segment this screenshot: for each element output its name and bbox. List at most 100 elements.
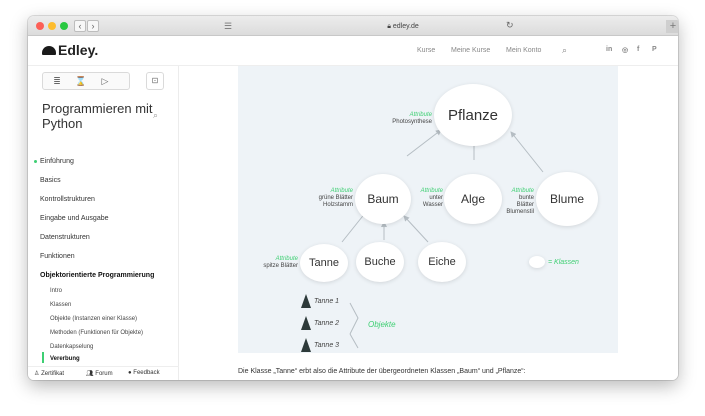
certificate-icon: ♙ [34,371,40,377]
arrow-blume-pflanze [510,131,544,173]
attr-baum-1: grüne Blätter [318,195,353,201]
attr-heading-tanne: Attribute [275,256,298,262]
linkedin-icon[interactable]: in [606,46,612,53]
object-tanne-2: Tanne 2 [314,320,340,327]
sidebar-subitem-intro[interactable]: Intro [50,288,62,294]
main-content: Pflanze Attribute Photosynthese Baum Att… [180,66,678,380]
class-node-baum: Baum [355,174,411,224]
instagram-icon[interactable]: ◎ [622,46,628,54]
nav-kurse[interactable]: Kurse [417,47,435,54]
course-title: Programmieren mit Python [42,101,153,131]
facebook-icon[interactable]: f [637,46,639,53]
inheritance-diagram: Pflanze Attribute Photosynthese Baum Att… [238,66,618,353]
search-icon[interactable]: ⌕ [562,45,567,56]
sidebar-item-einfuehrung[interactable]: Einführung [40,158,74,165]
class-node-pflanze: Pflanze [434,84,512,146]
footer-forum[interactable]: 👥︎ Forum [86,370,113,377]
url-text: edley.de [392,23,419,30]
attr-pflanze-1: Photosynthese [392,119,432,125]
minimize-window-button[interactable] [48,22,56,30]
attributes-alge: Attribute unter Wasser [414,188,443,209]
arrow-baum-pflanze [406,129,442,157]
sidebar-item-kontrollstrukturen[interactable]: Kontrollstrukturen [40,196,95,203]
lesson-paragraph: Die Klasse „Tanne“ erbt also die Attribu… [238,368,526,375]
logo-text: Edley. [58,42,99,58]
attr-heading-blume: Attribute [511,188,534,194]
attributes-baum: Attribute grüne Blätter Holzstamm [298,188,353,209]
close-window-button[interactable] [36,22,44,30]
attr-heading-alge: Attribute [420,188,443,194]
new-tab-button[interactable]: + [666,20,678,33]
sidebar-subitem-datenkapselung[interactable]: Datenkapselung [50,344,93,350]
sidebar-subitem-klassen[interactable]: Klassen [50,302,71,308]
footer-feedback-label: Feedback [133,370,160,376]
tree-icon-3 [301,338,311,352]
browser-titlebar: ‹ › ☰ 🔒︎ edley.de ↻ + [28,16,678,36]
tree-icon-1 [301,294,311,308]
attr-alge-2: Wasser [422,202,443,208]
address-bar[interactable]: 🔒︎ edley.de [328,22,478,31]
list-icon[interactable]: ≣ [51,76,63,87]
hourglass-icon[interactable]: ⌛ [75,76,87,87]
attr-baum-2: Holzstamm [322,202,353,208]
class-node-eiche: Eiche [418,242,466,282]
footer-forum-label: Forum [95,371,113,377]
attr-heading-pflanze: Attribute [409,112,432,118]
nav-mein-konto[interactable]: Mein Konto [506,47,541,54]
current-lesson-indicator [42,352,44,363]
attr-alge-1: unter [429,195,443,201]
footer-zertifikat-label: Zertifikat [41,371,65,377]
legend-class-node [529,256,545,268]
objects-bracket-tail [349,333,359,349]
arrow-eiche-baum [403,215,429,243]
object-tanne-1: Tanne 1 [314,298,340,305]
course-search-icon[interactable]: ⌕ [153,110,158,121]
objects-bracket [349,302,359,335]
footer-zertifikat[interactable]: ♙ Zertifikat [34,370,64,377]
back-button[interactable]: ‹ [74,20,86,32]
forward-button[interactable]: › [87,20,99,32]
attributes-blume: Attribute bunte Blätter Blumenstil [500,188,534,216]
site-header: Edley. Kurse Meine Kurse Mein Konto ⌕ in… [28,36,678,66]
footer-feedback[interactable]: ● Feedback [128,370,160,376]
reader-view-icon[interactable]: ☰ [224,21,236,31]
attr-blume-3: Blumenstil [506,209,534,215]
reload-button[interactable]: ↻ [506,20,514,31]
sidebar-footer: ♙ Zertifikat 👥︎ Forum ● Feedback [28,366,179,380]
attributes-tanne: Attribute spitze Blätter [246,256,298,270]
attr-blume-2: Blätter [516,202,534,208]
chat-icon: ● [128,370,132,376]
sidebar-item-datenstrukturen[interactable]: Datenstrukturen [40,234,90,241]
attr-tanne-1: spitze Blätter [263,263,298,269]
fullscreen-icon[interactable]: ⊡ [146,72,164,90]
attr-heading-baum: Attribute [330,188,353,194]
class-node-alge: Alge [444,174,502,224]
active-section-dot [34,160,37,163]
object-tanne-3: Tanne 3 [314,342,340,349]
sidebar-item-eingabe-ausgabe[interactable]: Eingabe und Ausgabe [40,215,109,222]
browser-window: ‹ › ☰ 🔒︎ edley.de ↻ + Edley. Kurse Meine… [28,16,678,380]
play-icon[interactable]: ▷ [99,76,111,87]
sidebar-subitem-methoden[interactable]: Methoden (Funktionen für Objekte) [50,330,143,336]
tree-icon-2 [301,316,311,330]
attr-blume-1: bunte [518,195,534,201]
class-node-blume: Blume [536,172,598,226]
nav-meine-kurse[interactable]: Meine Kurse [451,47,490,54]
sidebar-item-funktionen[interactable]: Funktionen [40,253,75,260]
maximize-window-button[interactable] [60,22,68,30]
pinterest-icon[interactable]: P [652,46,657,53]
sidebar-item-oop[interactable]: Objektorientierte Programmierung [40,272,154,279]
class-node-tanne: Tanne [300,244,348,282]
sidebar-item-basics[interactable]: Basics [40,177,61,184]
attributes-pflanze: Attribute Photosynthese [358,112,432,126]
course-sidebar: ≣ ⌛ ▷ ⊡ Programmieren mit Python ⌕ Einfü… [28,66,179,380]
sidebar-subitem-objekte[interactable]: Objekte (Instanzen einer Klasse) [50,316,137,322]
site-logo[interactable]: Edley. [42,42,98,58]
legend-klassen: = Klassen [548,259,579,266]
sidebar-subitem-vererbung[interactable]: Vererbung [50,356,80,362]
class-node-buche: Buche [356,242,404,282]
objects-label: Objekte [368,320,396,329]
people-icon: 👥︎ [86,371,94,377]
logo-icon [42,45,56,55]
sidebar-toolbar: ≣ ⌛ ▷ [42,72,130,90]
